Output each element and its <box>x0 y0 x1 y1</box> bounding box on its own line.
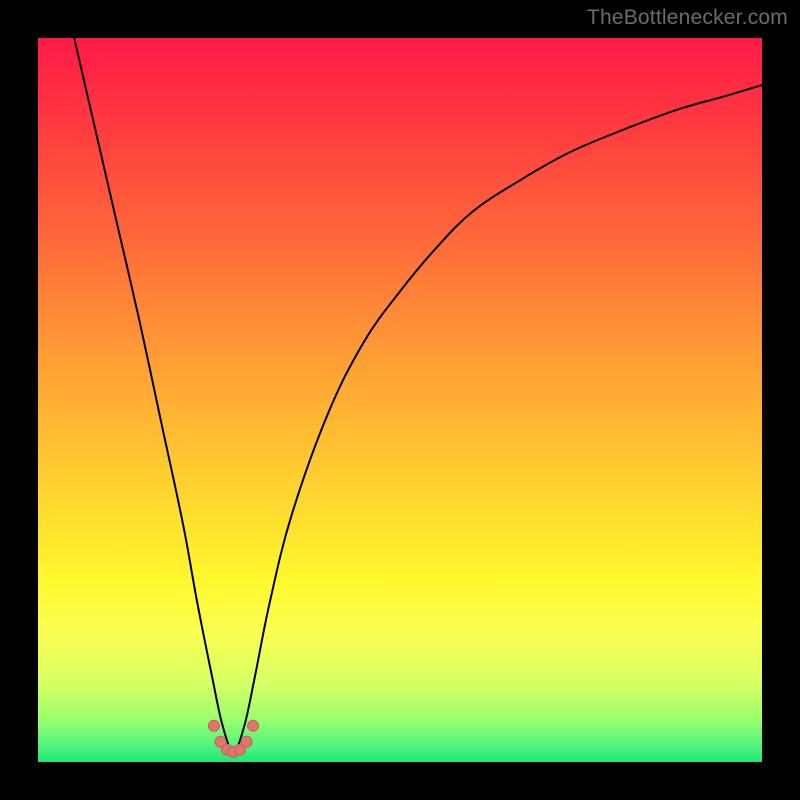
valley-marker <box>208 720 219 731</box>
valley-marker <box>241 736 252 747</box>
chart-svg <box>38 38 762 762</box>
outer-frame: TheBottlenecker.com <box>0 0 800 800</box>
valley-marker <box>248 720 259 731</box>
plot-area <box>38 38 762 762</box>
gradient-background <box>38 38 762 762</box>
watermark-text: TheBottlenecker.com <box>587 6 788 30</box>
